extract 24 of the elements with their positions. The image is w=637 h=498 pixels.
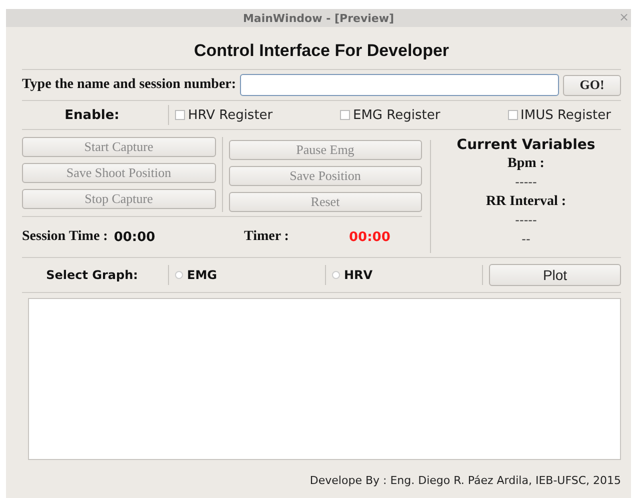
- variable-label: Bpm :: [508, 156, 544, 172]
- go-button[interactable]: GO!: [563, 74, 621, 96]
- session-time-value: 00:00: [114, 230, 156, 244]
- select-graph-label: Select Graph:: [45, 268, 139, 282]
- variable-value: -----: [515, 213, 537, 229]
- variable-value: -----: [515, 175, 537, 191]
- radio-option[interactable]: EMG: [175, 268, 319, 282]
- session-time-label: Session Time :: [22, 229, 108, 245]
- variable-value: --: [522, 232, 530, 248]
- radio-option[interactable]: HRV: [332, 268, 476, 282]
- plot-button[interactable]: Plot: [489, 264, 621, 286]
- name-label: Type the name and session number:: [22, 77, 236, 93]
- variables-title: Current Variables: [456, 137, 596, 153]
- input-field[interactable]: [240, 74, 559, 96]
- checkbox-option[interactable]: HRV Register: [175, 108, 273, 122]
- footer-credit: Develope By : Eng. Diego R. Páez Ardila, IEB-UFSC, 2015: [310, 474, 621, 487]
- heading: Control Interface For Developer: [22, 27, 621, 70]
- enable-label: Enable:: [64, 108, 120, 122]
- window-title: MainWindow - [Preview]: [242, 12, 394, 24]
- checkbox-option[interactable]: EMG Register: [340, 108, 440, 122]
- checkbox-option[interactable]: IMUS Register: [508, 108, 611, 122]
- variable-label: RR Interval :: [486, 194, 566, 210]
- timer-value: 00:00: [348, 230, 390, 244]
- timer-label: Timer :: [244, 229, 289, 245]
